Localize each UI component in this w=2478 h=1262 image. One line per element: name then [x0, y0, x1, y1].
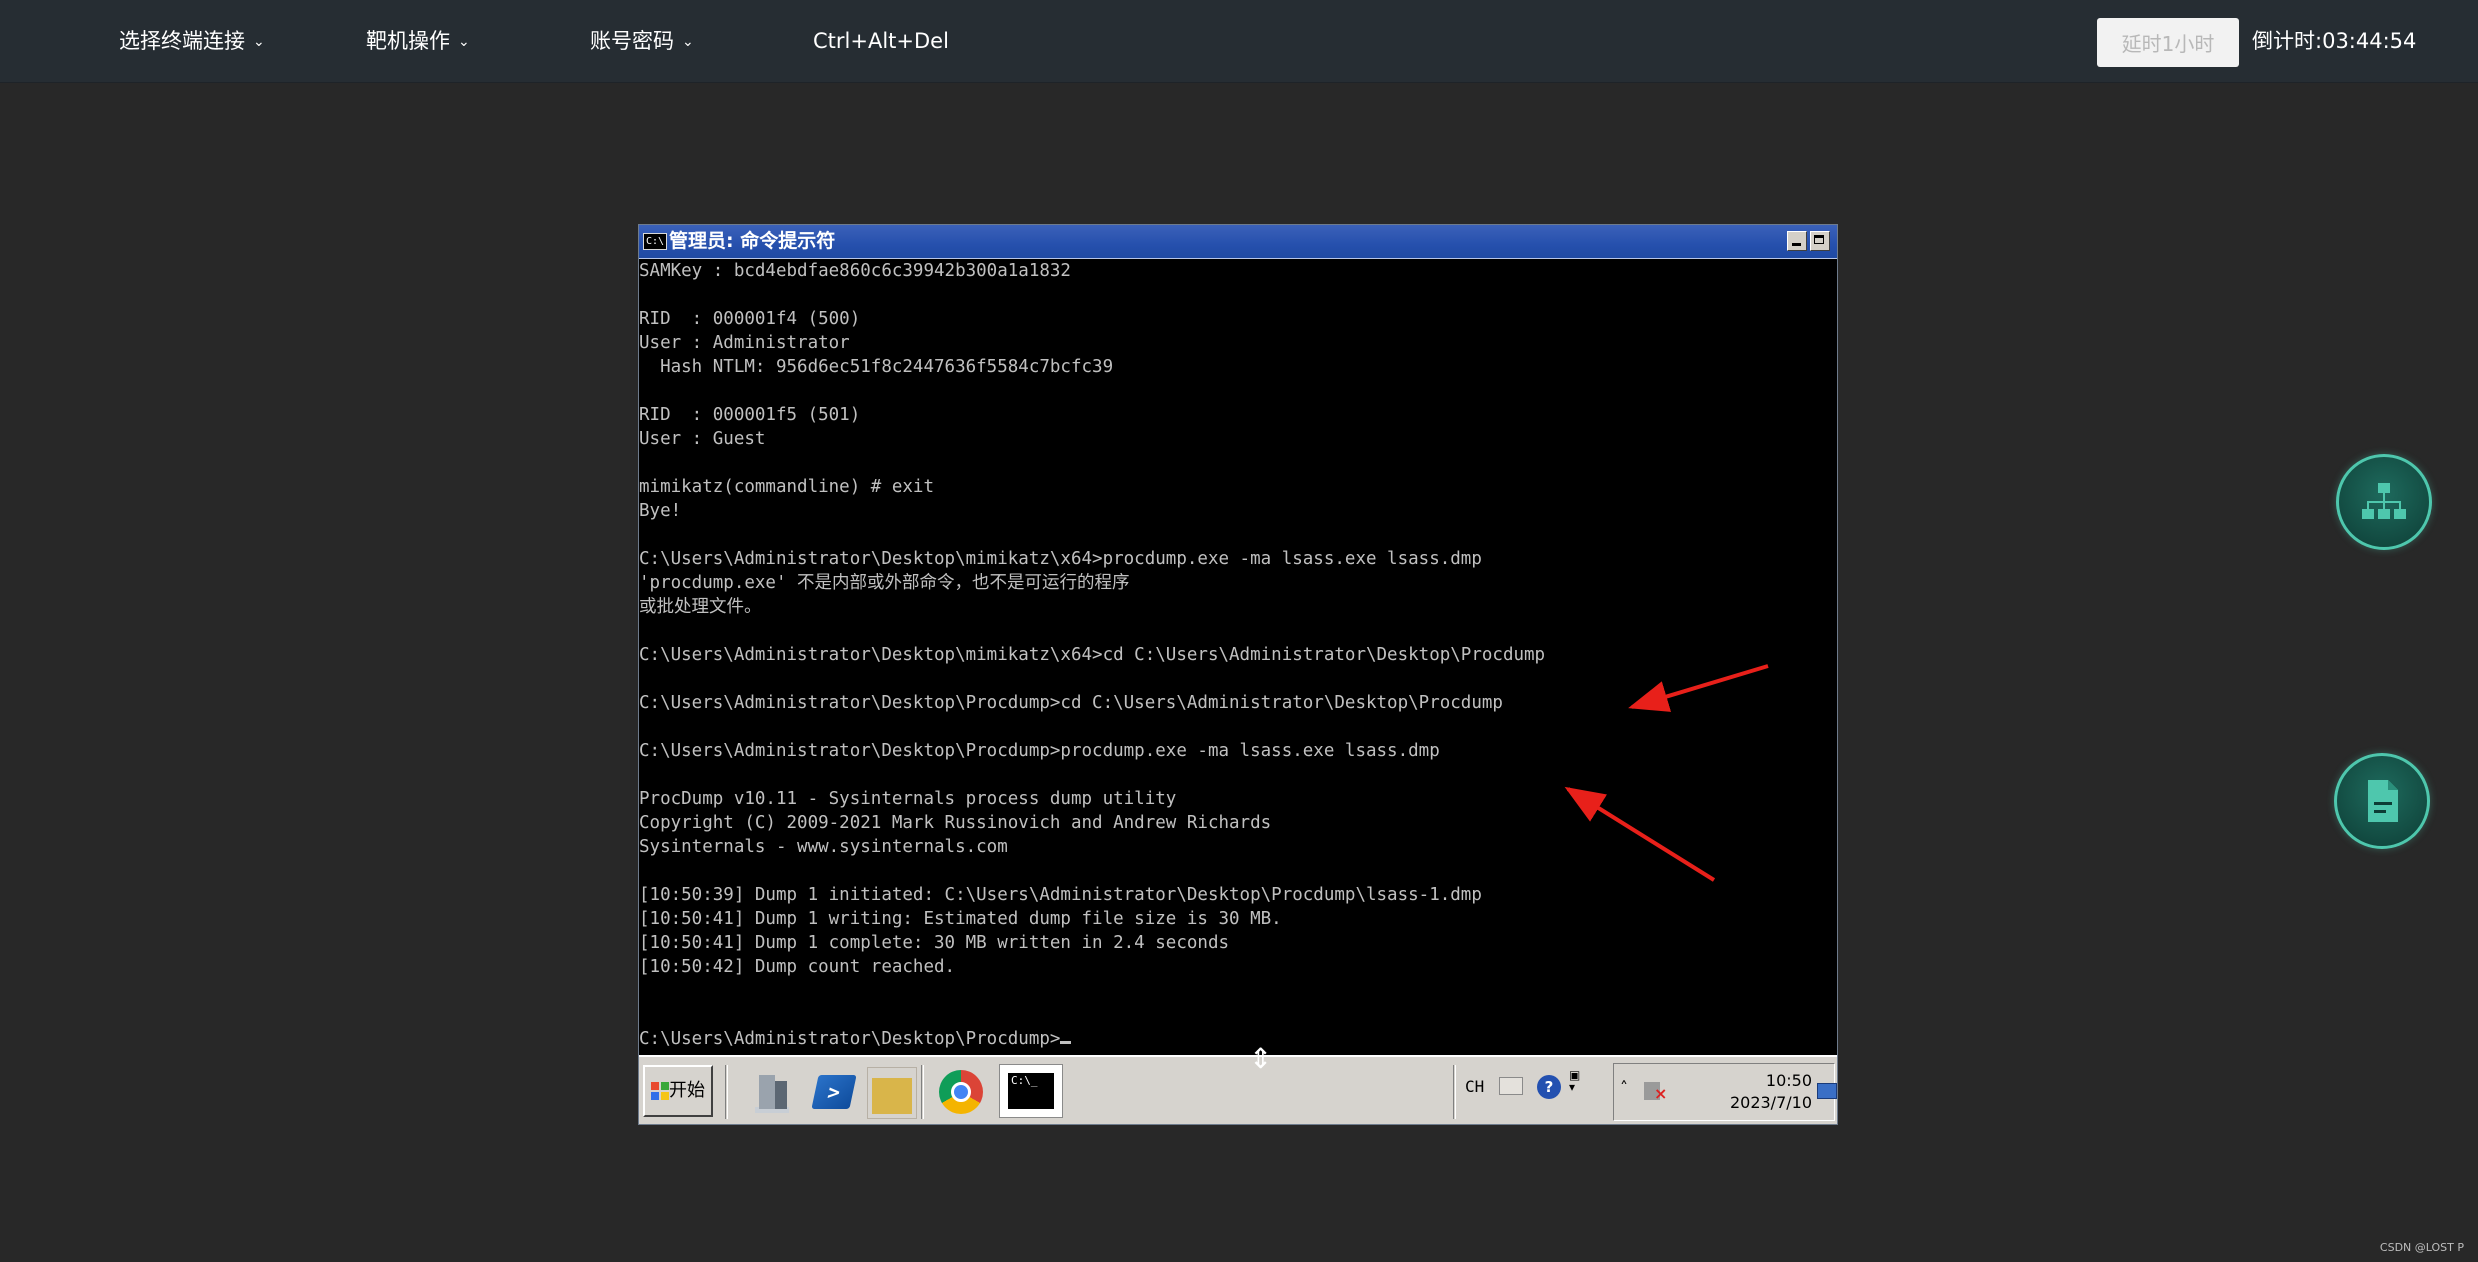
document-button[interactable]: [2334, 753, 2430, 849]
document-icon: [2368, 780, 2398, 822]
red-arrow: [1564, 786, 1716, 882]
watermark: CSDN @LOST P: [2379, 1241, 2464, 1254]
annotation-arrows: [1564, 664, 1769, 882]
network-topology-icon: [2362, 483, 2406, 519]
resize-cursor-icon: ⇕: [1249, 1042, 1273, 1075]
network-topology-button[interactable]: [2336, 454, 2432, 550]
red-arrow: [1628, 664, 1769, 712]
